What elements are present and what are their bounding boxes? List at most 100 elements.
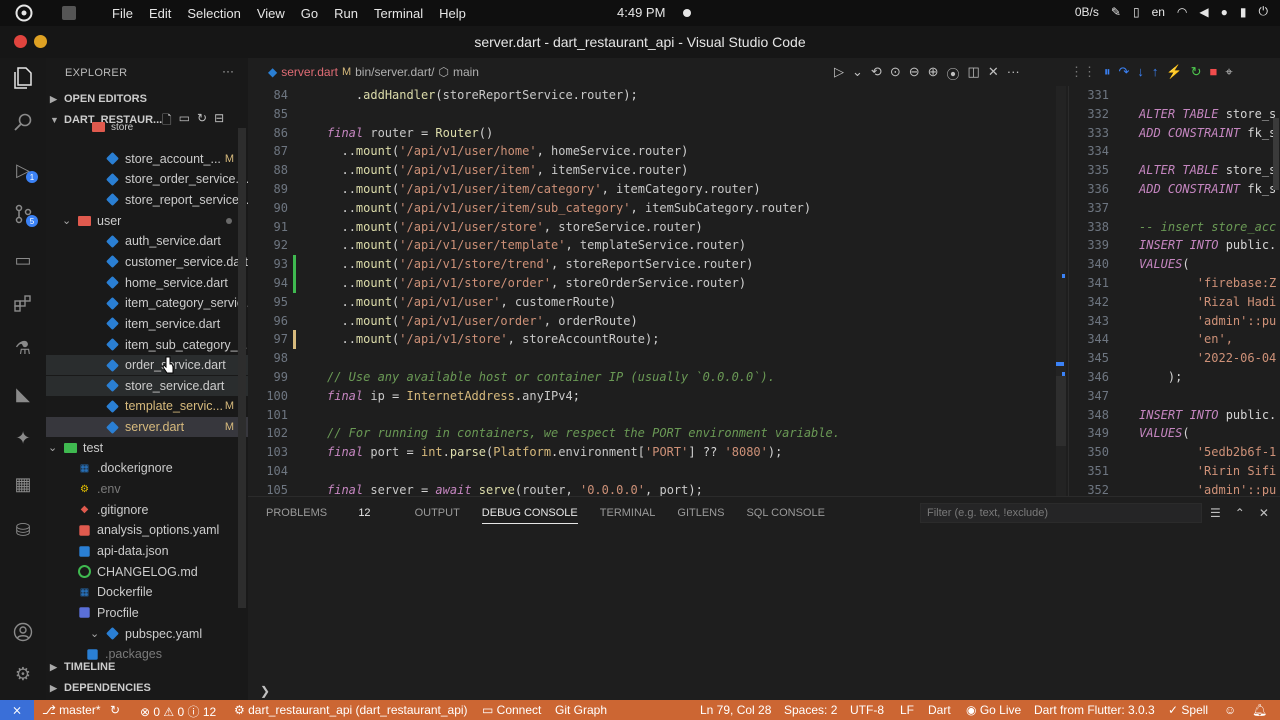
file-row[interactable]: store_account_... M	[46, 149, 248, 169]
folder-row[interactable]: ⌄ test	[46, 438, 248, 458]
file-row[interactable]: item_sub_category_s...	[46, 335, 248, 355]
code-line[interactable]: ..mount('/api/v1/user/item/category', it…	[327, 180, 760, 199]
end-of-line[interactable]: LF	[900, 703, 914, 717]
file-row[interactable]: home_service.dart	[46, 273, 248, 293]
file-row[interactable]: item_service.dart	[46, 314, 248, 334]
hot-reload-bolt-icon[interactable]: ⚡	[1166, 64, 1182, 80]
file-row[interactable]: store_report_service....	[46, 190, 248, 210]
sql-line[interactable]: '5edb2b6f-1	[1139, 443, 1276, 462]
connect-button[interactable]: ▭ Connect	[482, 703, 541, 717]
feedback-icon[interactable]: ☺	[1224, 703, 1236, 717]
debug-filter-input[interactable]: Filter (e.g. text, !exclude)	[920, 503, 1202, 523]
code-line[interactable]: ..mount('/api/v1/user/home', homeService…	[327, 142, 688, 161]
explorer-icon[interactable]	[11, 66, 35, 90]
menu-file[interactable]: File	[112, 6, 133, 21]
testing-icon[interactable]: ⚗	[11, 336, 35, 360]
code-line[interactable]: ..mount('/api/v1/user/item', itemService…	[327, 161, 688, 180]
file-row[interactable]: customer_service.dart	[46, 252, 248, 272]
step-out-icon[interactable]: ↑	[1152, 64, 1159, 80]
menu-selection[interactable]: Selection	[187, 6, 240, 21]
launch-config[interactable]: ⚙ dart_restaurant_api (dart_restaurant_a…	[234, 703, 468, 717]
code-line[interactable]: ..mount('/api/v1/store/order', storeOrde…	[327, 274, 746, 293]
remote-explorer-icon[interactable]: ▭	[11, 248, 35, 272]
search-icon[interactable]	[11, 110, 35, 134]
split-scrollbar[interactable]	[1273, 118, 1279, 190]
sql-line[interactable]: );	[1139, 368, 1182, 387]
docker-icon[interactable]: ▦	[11, 472, 35, 496]
sql-line[interactable]: 'Rizal Hadi	[1139, 293, 1276, 312]
problems-status[interactable]: ⊗ 0 ⚠ 0 ⓘ 12	[140, 703, 216, 720]
app-switcher-icon[interactable]	[62, 6, 76, 20]
code-line[interactable]: ..mount('/api/v1/user', customerRoute)	[327, 293, 616, 312]
cursor-position[interactable]: Ln 79, Col 28	[700, 703, 771, 717]
sql-line[interactable]: 'Ririn Sifi	[1139, 462, 1276, 481]
close-window-button[interactable]	[14, 35, 27, 48]
code-line[interactable]: final ip = InternetAddress.anyIPv4;	[327, 387, 580, 406]
code-line[interactable]: // For running in containers, we respect…	[327, 424, 840, 443]
file-row[interactable]: Procfile	[46, 603, 248, 623]
file-row[interactable]: auth_service.dart	[46, 231, 248, 251]
file-row[interactable]: store_order_service.d...	[46, 169, 248, 189]
sql-line[interactable]: ADD CONSTRAINT fk_s	[1139, 124, 1276, 143]
file-row[interactable]: CHANGELOG.md	[46, 562, 248, 582]
file-row[interactable]: api-data.json	[46, 541, 248, 561]
previous-change-icon[interactable]: ⊖	[909, 64, 920, 83]
encoding[interactable]: UTF-8	[850, 703, 884, 717]
close-editor-icon[interactable]: ✕	[988, 64, 999, 83]
dependencies-section[interactable]: ▶ DEPENDENCIES	[50, 682, 151, 694]
file-row[interactable]: server.dart M	[46, 417, 248, 438]
chevron-down-icon[interactable]: ⌄	[852, 64, 863, 83]
drag-handle-icon[interactable]: ⋮⋮	[1070, 64, 1096, 80]
console-prompt-icon[interactable]: ❯	[260, 684, 270, 698]
menu-view[interactable]: View	[257, 6, 285, 21]
breadcrumb-path[interactable]: bin/server.dart/	[355, 65, 434, 79]
flutter-version[interactable]: Dart from Flutter: 3.0.3	[1034, 703, 1155, 717]
flutter-icon[interactable]: ◣	[11, 382, 35, 406]
extensions-icon[interactable]	[11, 292, 35, 316]
folder-row[interactable]: ⌄ user	[46, 211, 248, 231]
file-row[interactable]: ▦ Dockerfile	[46, 582, 248, 602]
next-change-icon[interactable]: ⊕	[928, 64, 939, 83]
remote-indicator-icon[interactable]: ⨯	[0, 700, 34, 720]
tab-debug-console[interactable]: DEBUG CONSOLE	[481, 507, 578, 524]
sync-icon[interactable]: ↻	[110, 703, 120, 717]
sql-line[interactable]: ADD CONSTRAINT fk_s	[1139, 180, 1276, 199]
menu-go[interactable]: Go	[301, 6, 318, 21]
gitlens-icon[interactable]: ✦	[11, 426, 35, 450]
code-line[interactable]: ..mount('/api/v1/user/store', storeServi…	[327, 218, 702, 237]
spell-check[interactable]: ✓ Spell	[1168, 703, 1208, 717]
notifications-bell-icon[interactable]: 🔔︎	[1252, 703, 1267, 717]
file-row[interactable]: item_category_servic...	[46, 293, 248, 313]
step-into-icon[interactable]: ↓	[1137, 64, 1144, 80]
menu-terminal[interactable]: Terminal	[374, 6, 423, 21]
clipboard-icon[interactable]: ▯	[1133, 5, 1140, 19]
code-line[interactable]: final router = Router()	[327, 124, 493, 143]
pen-icon[interactable]: ✎	[1111, 5, 1121, 19]
file-row[interactable]: template_servic... M	[46, 396, 248, 416]
timeline-section[interactable]: ▶ TIMELINE	[50, 661, 115, 673]
code-line[interactable]: ..mount('/api/v1/user/template', templat…	[327, 236, 746, 255]
code-line[interactable]: .addHandler(storeReportService.router);	[327, 86, 638, 105]
code-line[interactable]: ..mount('/api/v1/store', storeAccountRou…	[327, 330, 659, 349]
indentation[interactable]: Spaces: 2	[784, 703, 837, 717]
tab-problems[interactable]: PROBLEMS 12	[266, 507, 393, 524]
devtools-icon[interactable]: ⌖	[1225, 64, 1232, 80]
tab-terminal[interactable]: TERMINAL	[600, 507, 656, 524]
git-change-indicator[interactable]	[293, 330, 296, 350]
git-change-indicator[interactable]	[293, 255, 296, 293]
mic-icon[interactable]: ●	[1221, 5, 1228, 19]
clear-console-icon[interactable]: ☰	[1210, 506, 1221, 520]
battery-icon[interactable]: ▮	[1240, 5, 1247, 19]
sql-line[interactable]: '2022-06-04	[1139, 349, 1276, 368]
sidebar-scrollbar[interactable]	[238, 128, 246, 608]
more-actions-icon[interactable]: ···	[222, 64, 234, 78]
file-row[interactable]: store_service.dart	[46, 375, 248, 396]
settings-gear-icon[interactable]: ⚙	[11, 662, 35, 686]
run-icon[interactable]: ▷	[834, 64, 844, 83]
split-editor[interactable]: 331 332 ALTER TABLE store_s 333 ADD CONSTRAI…	[1068, 86, 1280, 497]
file-row[interactable]: ⌄ pubspec.yaml	[46, 624, 248, 644]
volume-icon[interactable]: ◀	[1199, 5, 1208, 19]
gitlens-compare-icon[interactable]: ⊙	[890, 64, 901, 83]
menu-edit[interactable]: Edit	[149, 6, 171, 21]
close-panel-icon[interactable]: ✕	[1259, 506, 1269, 520]
